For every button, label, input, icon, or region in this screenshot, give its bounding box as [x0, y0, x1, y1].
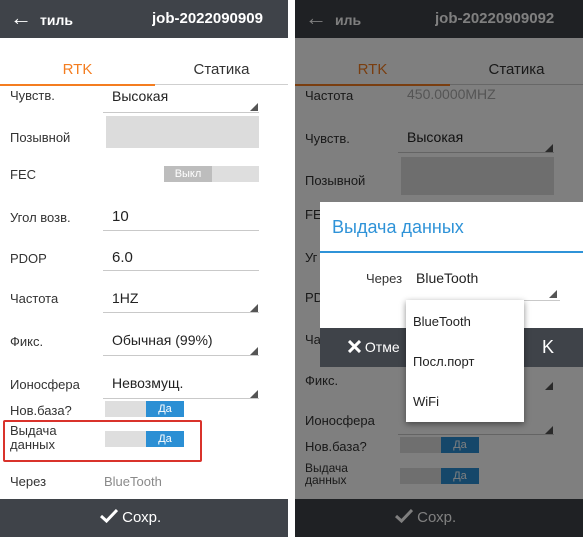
- dropdown-option-bluetooth[interactable]: BlueTooth: [406, 302, 524, 342]
- ionosphere-label: Ионосфера: [10, 377, 80, 392]
- toggle-off-thumb: Выкл: [164, 166, 212, 182]
- dropdown-option-wifi[interactable]: WiFi: [406, 382, 524, 422]
- field-underline: [103, 112, 259, 113]
- callsign-input[interactable]: [106, 116, 259, 148]
- sensitivity-label: Чувств.: [10, 88, 55, 103]
- dialog-via-label: Через: [366, 271, 403, 286]
- checkmark-icon: [99, 508, 119, 524]
- dropdown-arrow-icon: [250, 304, 258, 312]
- ionosphere-value[interactable]: Невозмущ.: [112, 375, 183, 391]
- tab-bar: RTK Статика: [0, 55, 288, 85]
- elevation-label: Угол возв.: [10, 210, 71, 225]
- save-button[interactable]: Сохр.: [99, 508, 162, 526]
- via-value[interactable]: BlueTooth: [104, 474, 162, 489]
- toggle-on-thumb: Да: [146, 401, 184, 417]
- dialog-title: Выдача данных: [332, 217, 464, 237]
- field-underline: [103, 270, 259, 271]
- close-icon: [347, 339, 362, 354]
- pdop-label: PDOP: [10, 251, 47, 266]
- field-underline: [103, 355, 259, 356]
- callsign-label: Позывной: [10, 130, 71, 145]
- sensitivity-value[interactable]: Высокая: [112, 88, 168, 104]
- top-bar: ← тиль job-2022090909: [0, 0, 288, 38]
- right-screen: ← иль job-20220909092 RTK Статика Частот…: [295, 0, 583, 537]
- new-base-label: Нов.база?: [10, 403, 72, 418]
- fec-toggle[interactable]: Выкл: [164, 166, 259, 182]
- cancel-label: Отме: [364, 339, 400, 355]
- dropdown-arrow-icon: [250, 347, 258, 355]
- left-screen: ← тиль job-2022090909 RTK Статика Чувств…: [0, 0, 288, 537]
- cancel-button[interactable]: Отме: [347, 339, 400, 355]
- fix-label: Фикс.: [10, 334, 44, 349]
- dialog-title-divider: [320, 251, 583, 253]
- bottom-bar: Сохр.: [0, 499, 288, 537]
- dialog-via-select[interactable]: BlueTooth: [416, 270, 478, 286]
- tab-rtk[interactable]: RTK: [0, 55, 155, 85]
- elevation-value[interactable]: 10: [112, 208, 129, 225]
- via-dropdown-menu: BlueTooth Посл.порт WiFi: [406, 300, 524, 422]
- screenshot-root: ← тиль job-2022090909 RTK Статика Чувств…: [0, 0, 583, 537]
- back-arrow-icon[interactable]: ←: [10, 5, 32, 31]
- job-name: job-2022090909: [152, 10, 263, 27]
- dropdown-arrow-icon: [250, 103, 258, 111]
- field-underline: [103, 230, 259, 231]
- screen-title: тиль: [40, 12, 73, 28]
- dropdown-arrow-icon: [549, 290, 557, 298]
- fec-label: FEC: [10, 167, 36, 182]
- highlight-box: [3, 420, 202, 462]
- field-underline: [103, 398, 259, 399]
- via-label: Через: [10, 474, 47, 489]
- frequency-label: Частота: [10, 291, 59, 306]
- save-label: Сохр.: [122, 509, 162, 526]
- field-underline: [103, 312, 259, 313]
- dropdown-option-serial-port[interactable]: Посл.порт: [406, 342, 524, 382]
- tab-static[interactable]: Статика: [155, 55, 288, 85]
- pdop-value[interactable]: 6.0: [112, 249, 133, 266]
- dropdown-arrow-icon: [250, 390, 258, 398]
- new-base-toggle[interactable]: Да: [105, 401, 184, 417]
- fix-value[interactable]: Обычная (99%): [112, 332, 213, 348]
- frequency-value[interactable]: 1HZ: [112, 290, 138, 306]
- ok-button[interactable]: K: [542, 337, 554, 358]
